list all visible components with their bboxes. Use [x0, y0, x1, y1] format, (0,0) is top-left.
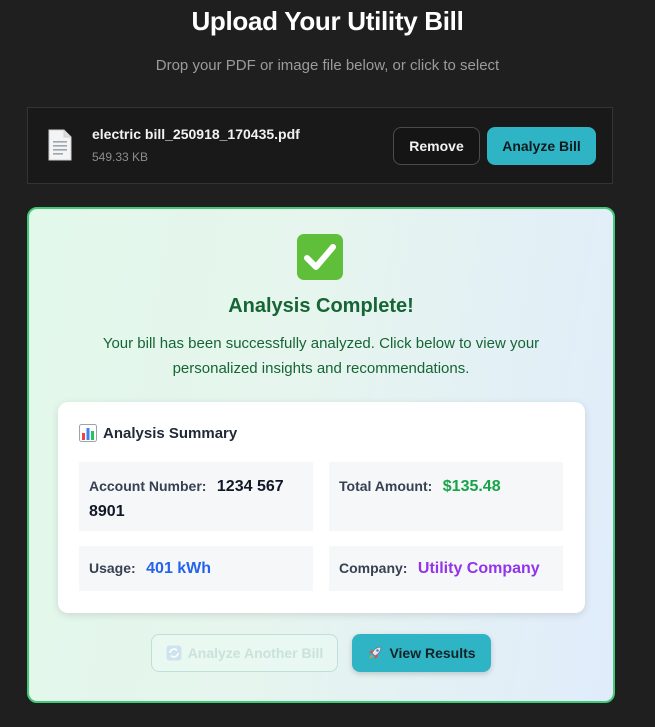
total-amount-label: Total Amount:	[339, 478, 433, 494]
upload-page: Upload Your Utility Bill Drop your PDF o…	[0, 0, 655, 727]
view-results-label: View Results	[389, 645, 476, 661]
analyze-another-bill-button[interactable]: Analyze Another Bill	[151, 634, 338, 672]
result-description: Your bill has been successfully analyzed…	[102, 335, 540, 377]
summary-heading: Analysis Summary	[79, 424, 237, 442]
rocket-icon	[369, 646, 382, 659]
analysis-summary-panel: Analysis Summary Account Number: 1234 56…	[58, 402, 585, 613]
account-number-cell: Account Number: 1234 567 8901	[79, 462, 313, 531]
usage-cell: Usage: 401 kWh	[79, 546, 313, 591]
result-title: Analysis Complete!	[228, 295, 414, 317]
page-subtitle: Drop your PDF or image file below, or cl…	[155, 57, 500, 74]
summary-title: Analysis Summary	[103, 424, 238, 442]
check-mark-icon	[297, 234, 343, 280]
analysis-result-card: Analysis Complete! Your bill has been su…	[27, 207, 615, 703]
company-label: Company:	[339, 560, 408, 576]
view-results-button[interactable]: View Results	[352, 634, 491, 672]
file-name: electric bill_250918_170435.pdf	[92, 126, 300, 142]
company-value: Utility Company	[417, 560, 540, 577]
refresh-icon	[166, 645, 182, 661]
total-amount-cell: Total Amount: $135.48	[329, 462, 563, 531]
document-icon	[48, 129, 72, 161]
file-size: 549.33 KB	[92, 150, 149, 164]
bar-chart-icon	[79, 424, 97, 442]
usage-value: 401 kWh	[146, 560, 212, 577]
analyze-bill-button[interactable]: Analyze Bill	[487, 127, 596, 165]
usage-label: Usage:	[89, 560, 136, 576]
company-cell: Company: Utility Company	[329, 546, 563, 591]
page-title: Upload Your Utility Bill	[191, 6, 464, 36]
remove-button[interactable]: Remove	[393, 127, 480, 165]
analyze-another-label: Analyze Another Bill	[187, 645, 324, 661]
selected-file-panel: electric bill_250918_170435.pdf 549.33 K…	[27, 107, 613, 184]
account-number-label: Account Number:	[89, 478, 207, 494]
total-amount-value: $135.48	[442, 478, 501, 495]
